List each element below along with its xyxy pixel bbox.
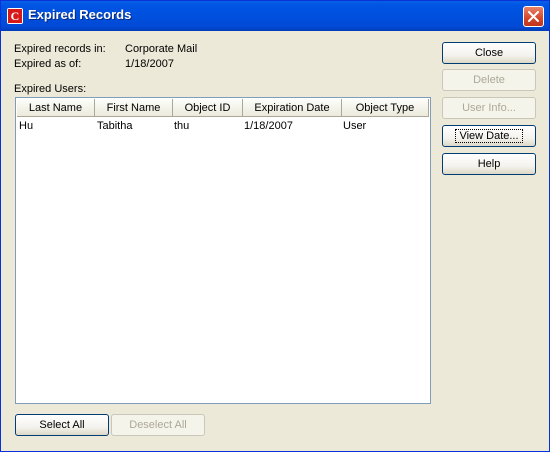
table-row[interactable]: Hu Tabitha thu 1/18/2007 User <box>17 118 429 134</box>
column-header-object-type[interactable]: Object Type <box>342 99 429 117</box>
help-button[interactable]: Help <box>442 153 536 175</box>
column-header-first-name[interactable]: First Name <box>95 99 173 117</box>
expired-users-list[interactable]: Last Name First Name Object ID Expiratio… <box>15 97 431 404</box>
cell-first-name: Tabitha <box>97 120 133 132</box>
expired-as-of-value: 1/18/2007 <box>125 58 174 70</box>
column-header-object-id[interactable]: Object ID <box>173 99 243 117</box>
user-info-button[interactable]: User Info... <box>442 97 536 119</box>
deselect-all-button[interactable]: Deselect All <box>111 414 205 436</box>
delete-button[interactable]: Delete <box>442 69 536 91</box>
cell-object-type: User <box>343 120 367 132</box>
expired-as-of-label: Expired as of: <box>14 58 82 70</box>
records-in-value: Corporate Mail <box>125 43 198 55</box>
close-button[interactable]: Close <box>442 42 536 64</box>
view-date-button[interactable]: View Date... <box>442 125 536 147</box>
column-header-last-name[interactable]: Last Name <box>17 99 95 117</box>
expired-records-dialog: C Expired Records Expired records in: Co… <box>0 0 550 452</box>
window-close-button[interactable] <box>523 6 544 27</box>
window-title: Expired Records <box>28 7 132 22</box>
title-bar[interactable]: C Expired Records <box>1 1 549 31</box>
select-all-button[interactable]: Select All <box>15 414 109 436</box>
close-icon <box>528 11 539 22</box>
cell-last-name: Hu <box>19 120 34 132</box>
expired-users-label: Expired Users: <box>14 83 87 95</box>
cell-expiration-date: 1/18/2007 <box>244 120 293 132</box>
column-header-expiration-date[interactable]: Expiration Date <box>243 99 342 117</box>
records-in-label: Expired records in: <box>14 43 106 55</box>
list-header: Last Name First Name Object ID Expiratio… <box>17 99 429 117</box>
cell-object-id: thu <box>174 120 190 132</box>
app-logo-icon: C <box>7 8 23 24</box>
